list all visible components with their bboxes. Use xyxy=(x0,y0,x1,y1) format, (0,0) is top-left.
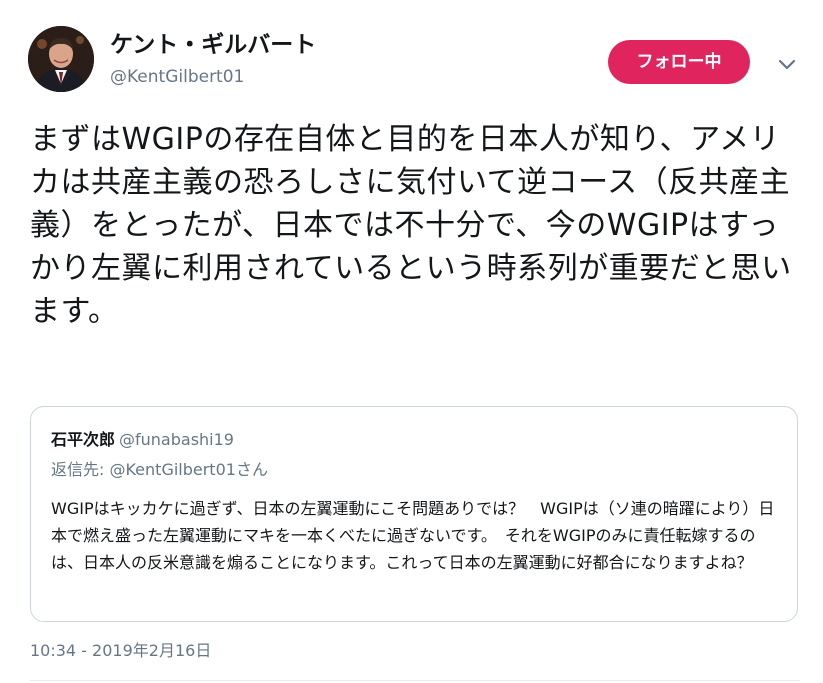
quoted-reply-context: 返信先: @KentGilbert01さん xyxy=(51,459,268,481)
reply-prefix: 返信先: xyxy=(51,460,110,479)
tweet-text: まずはWGIPの存在自体と目的を日本人が知り、アメリカは共産主義の恐ろしさに気付… xyxy=(30,122,792,329)
author-avatar[interactable] xyxy=(28,26,94,92)
author-display-name[interactable]: ケント・ギルバート xyxy=(110,30,316,60)
quoted-author-handle: @funabashi19 xyxy=(119,430,234,449)
author-handle[interactable]: @KentGilbert01 xyxy=(110,66,244,88)
reply-to-link[interactable]: @KentGilbert01さん xyxy=(109,460,267,479)
profile-photo xyxy=(28,26,94,92)
quoted-author-name: 石平次郎 xyxy=(51,430,116,449)
following-button[interactable]: フォロー中 xyxy=(608,40,750,84)
quoted-tweet[interactable]: 石平次郎 @funabashi19 返信先: @KentGilbert01さん W… xyxy=(30,406,798,622)
quoted-tweet-text: WGIPはキッカケに過ぎず、日本の左翼運動にこそ問題ありでは？ WGIPは（ソ連… xyxy=(51,499,775,572)
tweet-card: ケント・ギルバート @KentGilbert01 フォロー中 まずはWGIPの存… xyxy=(0,0,823,683)
chevron-down-icon[interactable] xyxy=(775,52,799,76)
divider xyxy=(30,680,800,681)
tweet-timestamp[interactable]: 10:34 - 2019年2月16日 xyxy=(30,640,211,662)
quoted-tweet-header: 石平次郎 @funabashi19 xyxy=(51,429,234,451)
